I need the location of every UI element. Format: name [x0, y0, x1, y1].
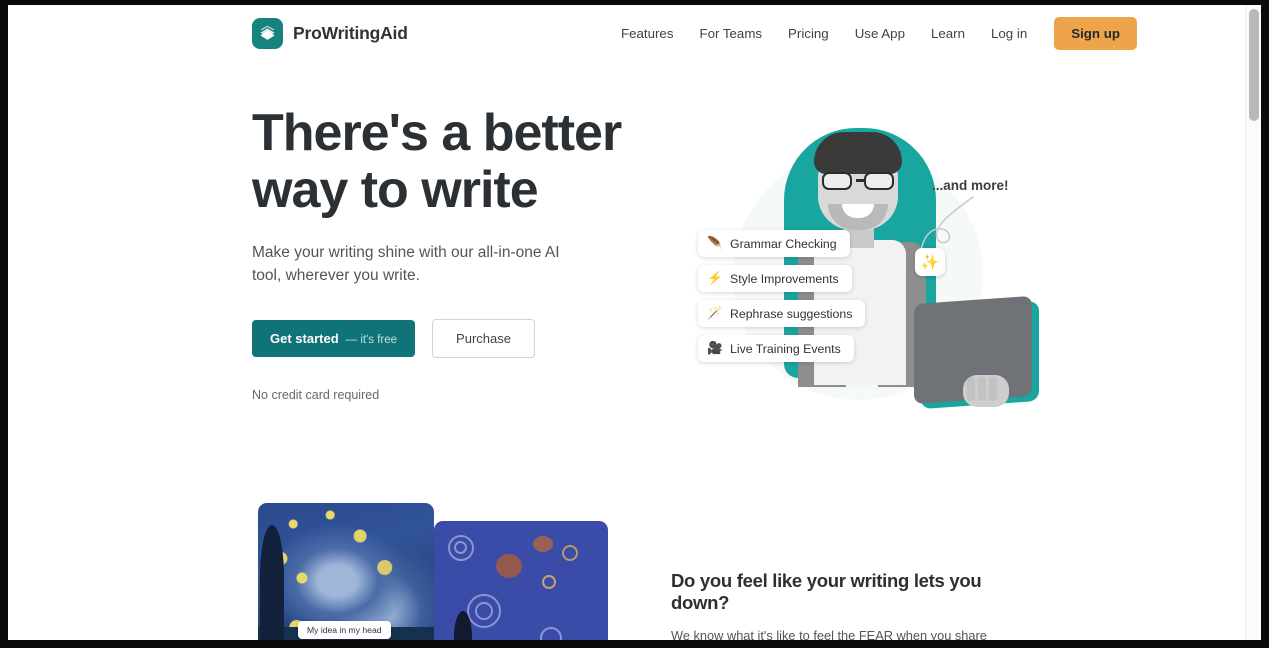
feature-chip-live-training-events: 🎥 Live Training Events: [698, 335, 854, 362]
nav-link-features[interactable]: Features: [608, 26, 686, 41]
vertical-scrollbar[interactable]: [1245, 5, 1261, 641]
feature-chip-style-improvements: ⚡ Style Improvements: [698, 265, 852, 292]
nav-link-use-app[interactable]: Use App: [842, 26, 918, 41]
and-more-label: ...and more!: [932, 178, 1009, 193]
section2-body: We know what it's like to feel the FEAR …: [671, 628, 987, 641]
swirl-shape: [562, 545, 578, 561]
section2-text-block: Do you feel like your writing lets you d…: [671, 570, 1016, 641]
site-header: ProWritingAid Features For Teams Pricing…: [8, 5, 1245, 61]
brand-name: ProWritingAid: [293, 23, 408, 43]
purchase-button[interactable]: Purchase: [432, 319, 535, 358]
browser-page: ProWritingAid Features For Teams Pricing…: [8, 5, 1261, 641]
finger: [967, 377, 975, 401]
finger: [989, 377, 997, 401]
page-title: There's a better way to write: [252, 105, 652, 219]
hero-title-line-2: way to write: [252, 161, 539, 219]
feature-chip-grammar-checking: 🪶 Grammar Checking: [698, 230, 850, 257]
feature-chip-list: 🪶 Grammar Checking ⚡ Style Improvements …: [698, 230, 866, 362]
hero-title-line-1: There's a better: [252, 104, 622, 162]
window-bottom-border: [0, 640, 1269, 648]
nav-link-for-teams[interactable]: For Teams: [686, 26, 775, 41]
blob-shape: [496, 554, 522, 578]
swirl-shape: [540, 627, 562, 641]
feature-chip-rephrase-suggestions: 🪄 Rephrase suggestions: [698, 300, 866, 327]
nav-link-learn[interactable]: Learn: [918, 26, 978, 41]
get-started-label: Get started: [270, 331, 339, 346]
glasses-icon: [822, 172, 894, 190]
hero-illustration: ...and more! ✨ 🪶 Grammar Checking ⚡ Styl…: [668, 100, 1039, 410]
hero-text-block: There's a better way to write Make your …: [252, 105, 652, 402]
blob-shape: [533, 536, 553, 552]
lightning-bolt-icon: ⚡: [707, 271, 723, 285]
window-right-border: [1261, 0, 1269, 648]
no-credit-card-note: No credit card required: [252, 388, 380, 402]
window-top-border: [0, 0, 1269, 5]
nav-link-pricing[interactable]: Pricing: [775, 26, 842, 41]
page-viewport: ProWritingAid Features For Teams Pricing…: [8, 5, 1245, 641]
hero-cta-row: Get started — it's free Purchase: [252, 319, 652, 358]
video-camera-icon: 🎥: [707, 341, 723, 355]
hand: [963, 375, 1009, 407]
cypress-tree-shape: [260, 525, 284, 641]
hair: [814, 132, 902, 174]
stacked-pages-icon: [252, 18, 283, 49]
sign-up-button[interactable]: Sign up: [1054, 16, 1137, 50]
get-started-suffix: — it's free: [345, 334, 398, 346]
window-left-border: [0, 0, 8, 648]
scrollbar-thumb[interactable]: [1249, 9, 1259, 121]
sparkles-icon: ✨: [915, 248, 945, 276]
feather-pen-icon: 🪶: [707, 236, 723, 250]
brand-logo[interactable]: ProWritingAid: [252, 18, 408, 49]
feature-chip-label: Live Training Events: [730, 341, 841, 356]
swirl-shape: [475, 602, 493, 620]
image-caption-badge: My idea in my head: [298, 621, 391, 639]
nav-link-log-in[interactable]: Log in: [978, 26, 1040, 41]
main-navigation: Features For Teams Pricing Use App Learn…: [608, 5, 1137, 61]
swirl-shape: [454, 541, 467, 554]
finger: [978, 377, 986, 401]
feature-chip-label: Rephrase suggestions: [730, 306, 853, 321]
magic-wand-icon: 🪄: [707, 306, 723, 320]
plain-writing-panel: [434, 521, 608, 641]
feature-chip-label: Style Improvements: [730, 271, 839, 286]
get-started-button[interactable]: Get started — it's free: [252, 320, 416, 357]
lens-right: [864, 172, 894, 190]
lens-left: [822, 172, 852, 190]
section2-title: Do you feel like your writing lets you d…: [671, 570, 982, 613]
swirl-shape: [542, 575, 556, 589]
feature-chip-label: Grammar Checking: [730, 236, 837, 251]
glasses-bridge: [856, 179, 864, 182]
hero-subtitle: Make your writing shine with our all-in-…: [252, 244, 560, 284]
